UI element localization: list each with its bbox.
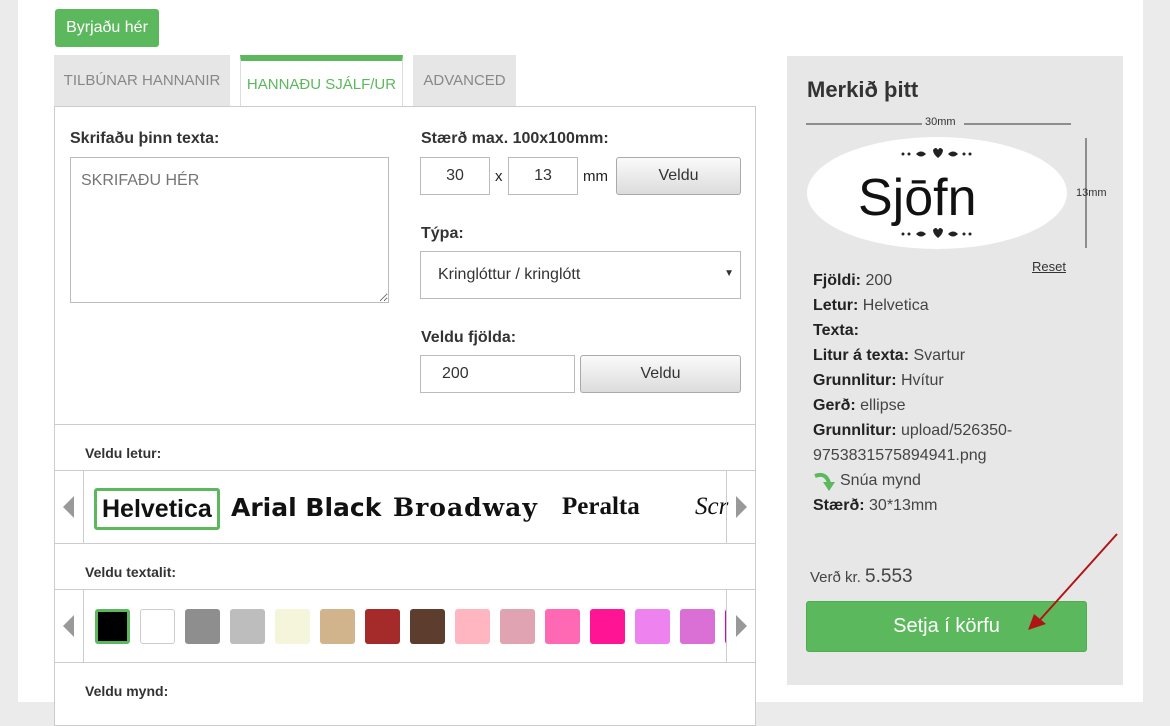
detail-base-color: Grunnlitur: Hvítur: [813, 372, 944, 389]
rotate-arrow-icon: [814, 472, 835, 491]
color-swatch[interactable]: [410, 609, 445, 644]
color-swatch[interactable]: [365, 609, 400, 644]
detail-text: Texta:: [813, 322, 859, 339]
color-swatch[interactable]: [500, 609, 535, 644]
tab-advanced[interactable]: ADVANCED: [413, 55, 516, 106]
text-label: Skrifaðu þinn texta:: [70, 130, 220, 147]
preview-title: Merkið þitt: [807, 77, 919, 102]
tab-design-yourself[interactable]: HANNAÐU SJÁLF/UR: [240, 55, 403, 107]
font-carousel: Helvetica Arial Black Broadway Peralta S…: [55, 470, 755, 544]
chevron-down-icon: ▼: [724, 268, 734, 279]
rotate-image-button[interactable]: Snúa mynd: [812, 468, 921, 493]
size-label: Stærð max. 100x100mm:: [421, 130, 609, 147]
quantity-input[interactable]: [420, 355, 575, 393]
rotate-label: Snúa mynd: [840, 472, 921, 489]
color-carousel: [55, 589, 755, 663]
start-here-badge: Byrjaðu hér: [55, 9, 159, 47]
color-swatch[interactable]: [275, 609, 310, 644]
tab-ready-designs[interactable]: TILBÚNAR HANNANIR: [54, 55, 230, 106]
color-swatch[interactable]: [230, 609, 265, 644]
font-label: Veldu letur:: [85, 445, 162, 461]
color-swatch[interactable]: [95, 609, 130, 644]
size-choose-button[interactable]: Veldu: [616, 157, 741, 195]
preview-text: Sjōfn: [858, 169, 977, 227]
font-prev-arrow-icon[interactable]: [55, 471, 84, 543]
quantity-choose-button[interactable]: Veldu: [580, 355, 741, 393]
annotation-arrow-icon: [1028, 533, 1118, 630]
detail-size: Stærð: 30*13mm: [813, 497, 938, 514]
width-input[interactable]: [420, 157, 490, 195]
width-dimension-label: 30mm: [925, 116, 956, 128]
color-swatch[interactable]: [545, 609, 580, 644]
detail-shape: Gerð: ellipse: [813, 397, 906, 414]
color-swatch[interactable]: [185, 609, 220, 644]
font-option-helvetica[interactable]: Helvetica: [94, 488, 220, 530]
reset-link[interactable]: Reset: [1032, 259, 1066, 274]
detail-text-color: Litur á texta: Svartur: [813, 347, 966, 364]
font-option-broadway[interactable]: Broadway: [393, 489, 538, 525]
font-option-peralta[interactable]: Peralta: [562, 489, 640, 525]
type-label: Týpa:: [421, 225, 464, 242]
color-swatch[interactable]: [680, 609, 715, 644]
height-input[interactable]: [508, 157, 578, 195]
detail-background-image-cont: 9753831575894941.png: [813, 447, 987, 464]
text-input[interactable]: [70, 157, 389, 303]
price-value: 5.553: [865, 566, 913, 587]
text-color-label: Veldu textalit:: [85, 564, 177, 580]
section-divider: [55, 424, 755, 425]
color-prev-arrow-icon[interactable]: [55, 590, 84, 662]
color-swatch[interactable]: [635, 609, 670, 644]
color-swatch[interactable]: [590, 609, 625, 644]
color-swatch[interactable]: [455, 609, 490, 644]
height-dimension-label: 13mm: [1076, 187, 1107, 199]
color-swatch[interactable]: [320, 609, 355, 644]
image-label: Veldu mynd:: [85, 683, 169, 699]
font-next-arrow-icon[interactable]: [726, 471, 755, 543]
quantity-label: Veldu fjölda:: [421, 329, 517, 346]
price-label: Verð kr.: [810, 569, 861, 586]
detail-background-image: Grunnlitur: upload/526350-: [813, 422, 1013, 439]
size-unit: mm: [583, 168, 608, 185]
color-swatch[interactable]: [140, 609, 175, 644]
size-times: x: [495, 168, 503, 185]
font-option-script[interactable]: Scr: [695, 489, 728, 525]
type-select[interactable]: Kringlóttur / kringlótt ▼: [420, 251, 741, 299]
price: Verð kr. 5.553: [810, 566, 913, 588]
font-option-arial-black[interactable]: Arial Black: [231, 489, 381, 525]
type-select-value: Kringlóttur / kringlótt: [438, 266, 581, 283]
detail-quantity: Fjöldi: 200: [813, 272, 893, 289]
color-next-arrow-icon[interactable]: [726, 590, 755, 662]
detail-font: Letur: Helvetica: [813, 297, 929, 314]
